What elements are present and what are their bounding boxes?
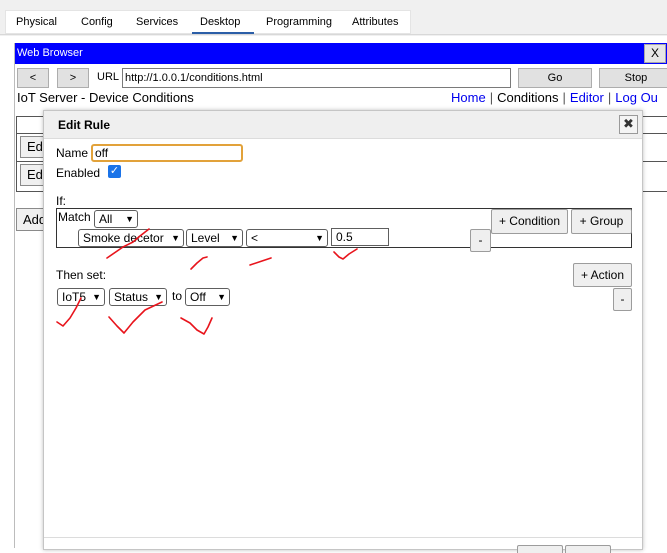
window-close-button[interactable]: X (644, 44, 666, 63)
match-select-value: All (99, 212, 113, 226)
window-titlebar: Web Browser X (15, 43, 667, 64)
chevron-down-icon: ▼ (315, 233, 324, 243)
forward-button[interactable]: > (57, 68, 89, 88)
chevron-down-icon: ▼ (217, 292, 226, 302)
page-title: IoT Server - Device Conditions (17, 90, 194, 105)
match-select[interactable]: All ▼ (94, 210, 138, 228)
chevron-down-icon: ▼ (125, 214, 134, 224)
condition-property-value: Level (191, 231, 220, 245)
condition-device-value: Smoke decetor (83, 231, 164, 245)
condition-operator-select[interactable]: < ▼ (246, 229, 328, 247)
condition-property-select[interactable]: Level ▼ (186, 229, 243, 247)
then-set-label: Then set: (56, 268, 107, 282)
enabled-checkbox[interactable]: ✓ (108, 165, 121, 178)
tab-services[interactable]: Services (128, 10, 186, 34)
page-nav-links: Home | Conditions | Editor | Log Ou (451, 90, 658, 105)
home-link[interactable]: Home (451, 90, 486, 105)
condition-value-input[interactable]: 0.5 (331, 228, 389, 246)
chevron-down-icon: ▼ (154, 292, 163, 302)
tab-programming[interactable]: Programming (258, 10, 340, 34)
back-button[interactable]: < (17, 68, 49, 88)
page-header: IoT Server - Device Conditions Home | Cond… (17, 90, 667, 106)
window-title: Web Browser (17, 47, 83, 59)
url-label: URL (97, 71, 120, 83)
tab-strip: Physical Config Services Desktop Program… (0, 0, 667, 36)
nav-separator: | (489, 90, 494, 105)
condition-device-select[interactable]: Smoke decetor ▼ (78, 229, 184, 247)
tab-config[interactable]: Config (73, 10, 121, 34)
go-button[interactable]: Go (518, 68, 592, 88)
browser-navbar: < > URL http://1.0.0.1/conditions.html G… (15, 67, 667, 89)
chevron-down-icon: ▼ (92, 292, 101, 302)
remove-action-button[interactable]: - (613, 288, 632, 311)
nav-separator: | (562, 90, 566, 105)
footer-button[interactable] (517, 545, 563, 553)
action-device-select[interactable]: IoT5 ▼ (57, 288, 105, 306)
footer-button[interactable] (565, 545, 611, 553)
add-action-button[interactable]: + Action (573, 263, 632, 287)
tab-desktop[interactable]: Desktop (192, 10, 254, 34)
remove-condition-button[interactable]: - (470, 229, 491, 252)
editor-link[interactable]: Editor (570, 90, 604, 105)
rule-name-input[interactable]: off (91, 144, 243, 162)
edit-rule-dialog: Edit Rule ✖ Name off Enabled ✓ If: Match… (43, 110, 643, 553)
enabled-label: Enabled (56, 166, 101, 180)
add-condition-button[interactable]: + Condition (491, 209, 568, 234)
action-property-select[interactable]: Status ▼ (109, 288, 167, 306)
condition-operator-value: < (251, 231, 259, 245)
dialog-header: Edit Rule ✖ (44, 111, 642, 139)
action-value-select[interactable]: Off ▼ (185, 288, 230, 306)
tab-divider (0, 34, 667, 35)
to-label: to (172, 289, 183, 303)
stop-button[interactable]: Stop (599, 68, 667, 88)
dialog-title: Edit Rule (58, 118, 111, 132)
add-group-button[interactable]: + Group (571, 209, 632, 234)
if-label: If: (56, 194, 67, 208)
nav-separator: | (607, 90, 612, 105)
dialog-footer-divider (44, 537, 642, 538)
url-input[interactable]: http://1.0.0.1/conditions.html (122, 68, 511, 88)
conditions-link[interactable]: Conditions (497, 90, 558, 105)
tab-physical[interactable]: Physical (8, 10, 65, 34)
action-value-value: Off (190, 290, 206, 304)
dialog-close-button[interactable]: ✖ (619, 115, 638, 134)
name-label: Name (56, 146, 89, 160)
match-label: Match (58, 210, 91, 224)
action-property-value: Status (114, 290, 149, 304)
tab-attributes[interactable]: Attributes (344, 10, 406, 34)
logout-link[interactable]: Log Ou (615, 90, 658, 105)
action-device-value: IoT5 (62, 290, 87, 304)
chevron-down-icon: ▼ (230, 233, 239, 243)
chevron-down-icon: ▼ (171, 233, 180, 243)
